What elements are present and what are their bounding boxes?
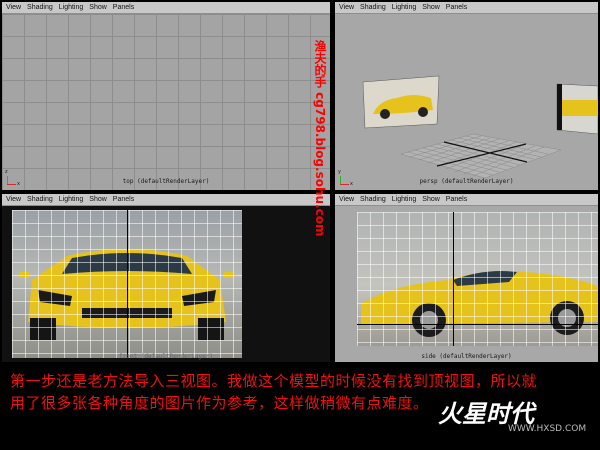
- viewport-front-menubar: View Shading Lighting Show Panels: [2, 194, 330, 206]
- viewport-label: persp (defaultRenderLayer): [419, 178, 514, 185]
- viewport-side-canvas[interactable]: side (defaultRenderLayer): [335, 206, 598, 362]
- menu-lighting[interactable]: Lighting: [59, 2, 84, 13]
- viewport-top-canvas[interactable]: x z top (defaultRenderLayer): [2, 14, 330, 190]
- menu-show[interactable]: Show: [89, 194, 107, 205]
- viewport-label: side (defaultRenderLayer): [421, 353, 512, 360]
- menu-view[interactable]: View: [339, 2, 354, 13]
- menu-show[interactable]: Show: [422, 2, 440, 13]
- side-center-line: [453, 212, 454, 346]
- side-image-plane[interactable]: [362, 75, 440, 129]
- viewport-front-canvas[interactable]: front (defaultRenderLayer): [2, 206, 330, 362]
- persp-scene: [362, 75, 598, 179]
- menu-panels[interactable]: Panels: [446, 194, 467, 205]
- viewport-top-menubar: View Shading Lighting Show Panels: [2, 2, 330, 14]
- viewport-front[interactable]: View Shading Lighting Show Panels front …: [2, 194, 330, 362]
- viewport-persp[interactable]: View Shading Lighting Show Panels x y pe…: [335, 2, 598, 190]
- brand-logo: 火星时代 WWW.HXSD.COM: [426, 388, 596, 446]
- viewport-label: front (defaultRenderLayer): [119, 353, 213, 360]
- menu-shading[interactable]: Shading: [360, 2, 386, 13]
- ground-grid: [400, 133, 562, 179]
- logo-url: WWW.HXSD.COM: [508, 424, 587, 434]
- menu-shading[interactable]: Shading: [360, 194, 386, 205]
- viewport-persp-menubar: View Shading Lighting Show Panels: [335, 2, 598, 14]
- side-reference-image[interactable]: [357, 212, 598, 346]
- menu-panels[interactable]: Panels: [113, 194, 134, 205]
- viewport-label: top (defaultRenderLayer): [122, 178, 210, 185]
- menu-view[interactable]: View: [6, 2, 21, 13]
- menu-panels[interactable]: Panels: [446, 2, 467, 13]
- menu-lighting[interactable]: Lighting: [392, 2, 417, 13]
- menu-show[interactable]: Show: [89, 2, 107, 13]
- side-car-illustration: [361, 271, 598, 337]
- viewport-persp-canvas[interactable]: x y persp (defaultRenderLayer): [335, 14, 598, 190]
- menu-lighting[interactable]: Lighting: [392, 194, 417, 205]
- viewport-side-menubar: View Shading Lighting Show Panels: [335, 194, 598, 206]
- menu-show[interactable]: Show: [422, 194, 440, 205]
- watermark-text: 渔夫的手 cg798.blog.sohu.com: [313, 40, 327, 237]
- menu-view[interactable]: View: [339, 194, 354, 205]
- viewport-side[interactable]: View Shading Lighting Show Panels side (…: [335, 194, 598, 362]
- grid: [2, 14, 330, 190]
- viewport-top[interactable]: View Shading Lighting Show Panels x z to…: [2, 2, 330, 190]
- menu-shading[interactable]: Shading: [27, 194, 53, 205]
- side-ground-line: [357, 324, 598, 325]
- menu-shading[interactable]: Shading: [27, 2, 53, 13]
- menu-panels[interactable]: Panels: [113, 2, 134, 13]
- front-center-line: [127, 210, 128, 358]
- menu-view[interactable]: View: [6, 194, 21, 205]
- front-image-plane[interactable]: [556, 83, 598, 135]
- menu-lighting[interactable]: Lighting: [59, 194, 84, 205]
